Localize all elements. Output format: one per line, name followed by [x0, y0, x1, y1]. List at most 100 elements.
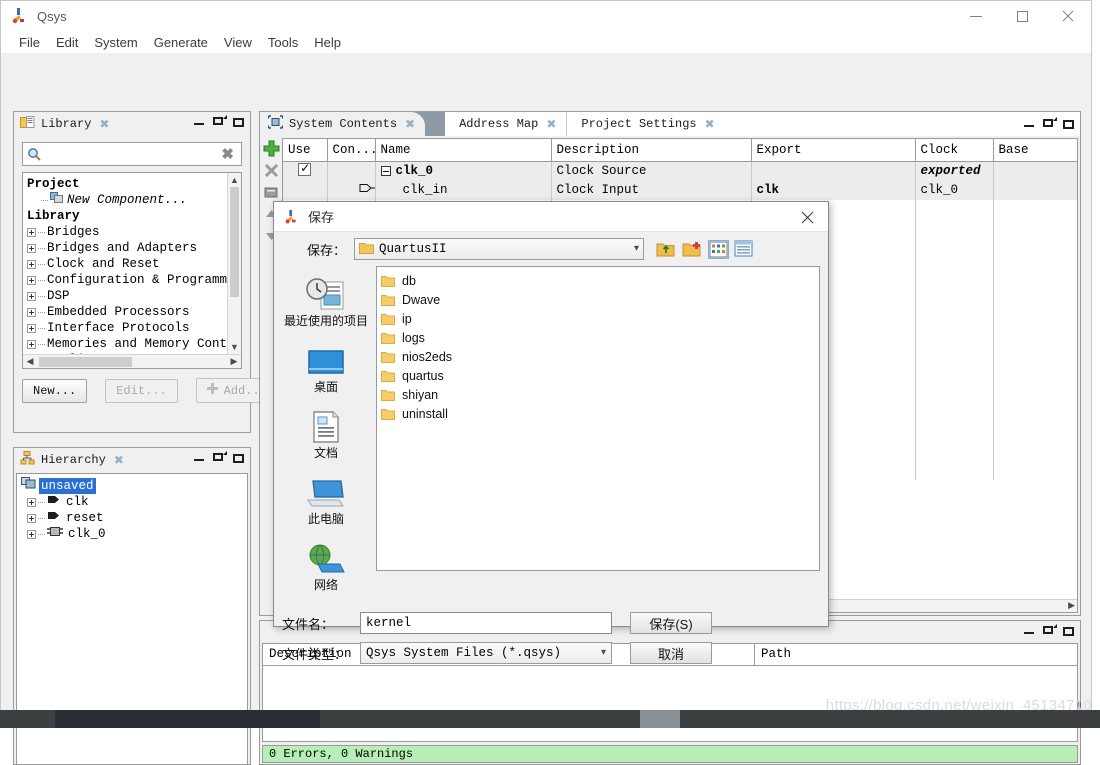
- tree-item-new-component[interactable]: New Component...: [27, 191, 225, 208]
- library-minimize-icon[interactable]: [193, 115, 206, 128]
- list-view-icon[interactable]: [708, 239, 729, 259]
- library-tree-vertical-scrollbar[interactable]: ▲ ▼: [227, 173, 241, 354]
- tab-address-map-close-icon[interactable]: ✖: [546, 117, 556, 132]
- hierarchy-item-clk[interactable]: clk: [21, 494, 243, 510]
- messages-minimize-icon[interactable]: [1023, 624, 1036, 637]
- tree-item-embedded-processors[interactable]: Embedded Processors: [27, 304, 225, 320]
- menu-view[interactable]: View: [216, 33, 260, 52]
- library-search-row[interactable]: ✖: [22, 142, 242, 166]
- scroll-thumb[interactable]: [39, 356, 132, 367]
- list-item[interactable]: shiyan: [381, 385, 815, 404]
- tab-system-contents-close-icon[interactable]: ✖: [405, 117, 415, 132]
- system-contents-maximize-icon[interactable]: [1063, 117, 1076, 130]
- scroll-right-icon[interactable]: ▶: [227, 356, 241, 367]
- taskbar-item[interactable]: [640, 710, 680, 728]
- expander-plus-icon[interactable]: [27, 323, 36, 333]
- tab-hierarchy[interactable]: Hierarchy ✖: [14, 448, 134, 472]
- library-tree[interactable]: Project New Component... Library Bridges…: [22, 172, 242, 369]
- tree-item-library[interactable]: Library: [27, 208, 225, 224]
- maximize-button[interactable]: [999, 1, 1045, 31]
- tree-item-memories-and-memory-controllers[interactable]: Memories and Memory Controlle: [27, 336, 227, 352]
- column-header-name[interactable]: Name: [375, 139, 552, 162]
- expander-plus-icon[interactable]: [27, 243, 36, 253]
- column-header-base[interactable]: Base: [993, 139, 1077, 162]
- place-this-pc[interactable]: 此电脑: [282, 472, 370, 526]
- column-header-description[interactable]: Description: [551, 139, 752, 162]
- tree-item-interface-protocols[interactable]: Interface Protocols: [27, 320, 225, 336]
- tab-project-settings-close-icon[interactable]: ✖: [705, 117, 715, 132]
- clear-x-icon[interactable]: ✖: [218, 145, 237, 163]
- chevron-down-icon[interactable]: ▾: [634, 243, 639, 255]
- menu-file[interactable]: File: [11, 33, 48, 52]
- hierarchy-item-reset[interactable]: reset: [21, 510, 243, 526]
- place-documents[interactable]: 文档: [282, 406, 370, 460]
- hierarchy-item-unsaved[interactable]: unsaved: [21, 477, 243, 494]
- cell-name[interactable]: clk_in: [375, 180, 552, 200]
- hierarchy-restore-icon[interactable]: [213, 451, 227, 464]
- cell-use[interactable]: [283, 161, 328, 181]
- library-tree-horizontal-scrollbar[interactable]: ◀ ▶: [23, 354, 241, 368]
- details-view-icon[interactable]: [734, 240, 755, 259]
- scroll-right-icon[interactable]: ▶: [1068, 600, 1077, 611]
- cell-base[interactable]: [993, 161, 1077, 181]
- expander-plus-icon[interactable]: [27, 259, 36, 269]
- menu-tools[interactable]: Tools: [260, 33, 306, 52]
- edit-icon[interactable]: [263, 184, 280, 201]
- tab-address-map[interactable]: Address Map ✖: [445, 112, 567, 136]
- table-row[interactable]: clk_0 Clock Source exported: [283, 161, 1077, 181]
- scroll-down-icon[interactable]: ▼: [228, 340, 241, 354]
- up-one-level-icon[interactable]: [656, 240, 677, 259]
- library-maximize-icon[interactable]: [233, 115, 246, 128]
- menu-help[interactable]: Help: [306, 33, 349, 52]
- tree-item-clock-and-reset[interactable]: Clock and Reset: [27, 256, 225, 272]
- column-header-use[interactable]: Use: [283, 139, 328, 162]
- close-button[interactable]: [1045, 1, 1091, 31]
- cell-name[interactable]: clk_0: [375, 161, 552, 181]
- menu-generate[interactable]: Generate: [146, 33, 216, 52]
- use-checkbox[interactable]: [298, 161, 312, 176]
- chevron-down-icon[interactable]: ▾: [601, 647, 606, 659]
- menu-system[interactable]: System: [86, 33, 145, 52]
- system-contents-minimize-icon[interactable]: [1023, 117, 1036, 130]
- tab-system-contents[interactable]: System Contents ✖: [260, 112, 426, 136]
- file-list[interactable]: db Dwave ip logs nios2eds quartus shiyan…: [376, 266, 820, 571]
- tree-item-bridges-and-adapters[interactable]: Bridges and Adapters: [27, 240, 225, 256]
- edit-button[interactable]: Edit...: [105, 378, 178, 403]
- column-header-clock[interactable]: Clock: [915, 139, 994, 162]
- list-item[interactable]: logs: [381, 328, 815, 347]
- tab-project-settings[interactable]: Project Settings ✖: [566, 112, 725, 136]
- scroll-left-icon[interactable]: ◀: [23, 356, 37, 367]
- tree-item-bridges[interactable]: Bridges: [27, 224, 225, 240]
- remove-icon[interactable]: [263, 162, 280, 179]
- tab-library-close-icon[interactable]: ✖: [99, 117, 109, 132]
- list-item[interactable]: quartus: [381, 366, 815, 385]
- system-contents-restore-icon[interactable]: [1043, 117, 1057, 130]
- new-button[interactable]: New...: [22, 378, 88, 403]
- place-recent-items[interactable]: 最近使用的项目: [282, 274, 370, 328]
- expander-minus-icon[interactable]: [380, 165, 391, 176]
- cell-base[interactable]: [993, 180, 1077, 200]
- list-item[interactable]: uninstall: [381, 404, 815, 423]
- expander-plus-icon[interactable]: [27, 497, 36, 507]
- messages-maximize-icon[interactable]: [1063, 624, 1076, 637]
- list-item[interactable]: ip: [381, 309, 815, 328]
- cell-clock[interactable]: exported: [915, 161, 994, 181]
- cell-con[interactable]: [327, 180, 376, 200]
- location-combobox[interactable]: QuartusII ▾: [354, 238, 644, 260]
- column-header-export[interactable]: Export: [751, 139, 916, 162]
- close-icon[interactable]: [786, 202, 828, 232]
- place-network[interactable]: 网络: [282, 538, 370, 592]
- list-item[interactable]: nios2eds: [381, 347, 815, 366]
- list-item[interactable]: db: [381, 271, 815, 290]
- expander-plus-icon[interactable]: [27, 275, 36, 285]
- expander-plus-icon[interactable]: [27, 307, 36, 317]
- messages-restore-icon[interactable]: [1043, 624, 1057, 637]
- library-restore-icon[interactable]: [213, 115, 227, 128]
- cell-export[interactable]: clk: [751, 180, 916, 200]
- tree-item-dsp[interactable]: DSP: [27, 288, 225, 304]
- filetype-combobox[interactable]: Qsys System Files (*.qsys) ▾: [360, 642, 612, 664]
- hierarchy-item-clk-0[interactable]: clk_0: [21, 526, 243, 542]
- scroll-thumb[interactable]: [230, 187, 239, 297]
- expander-plus-icon[interactable]: [27, 529, 36, 539]
- expander-plus-icon[interactable]: [27, 291, 36, 301]
